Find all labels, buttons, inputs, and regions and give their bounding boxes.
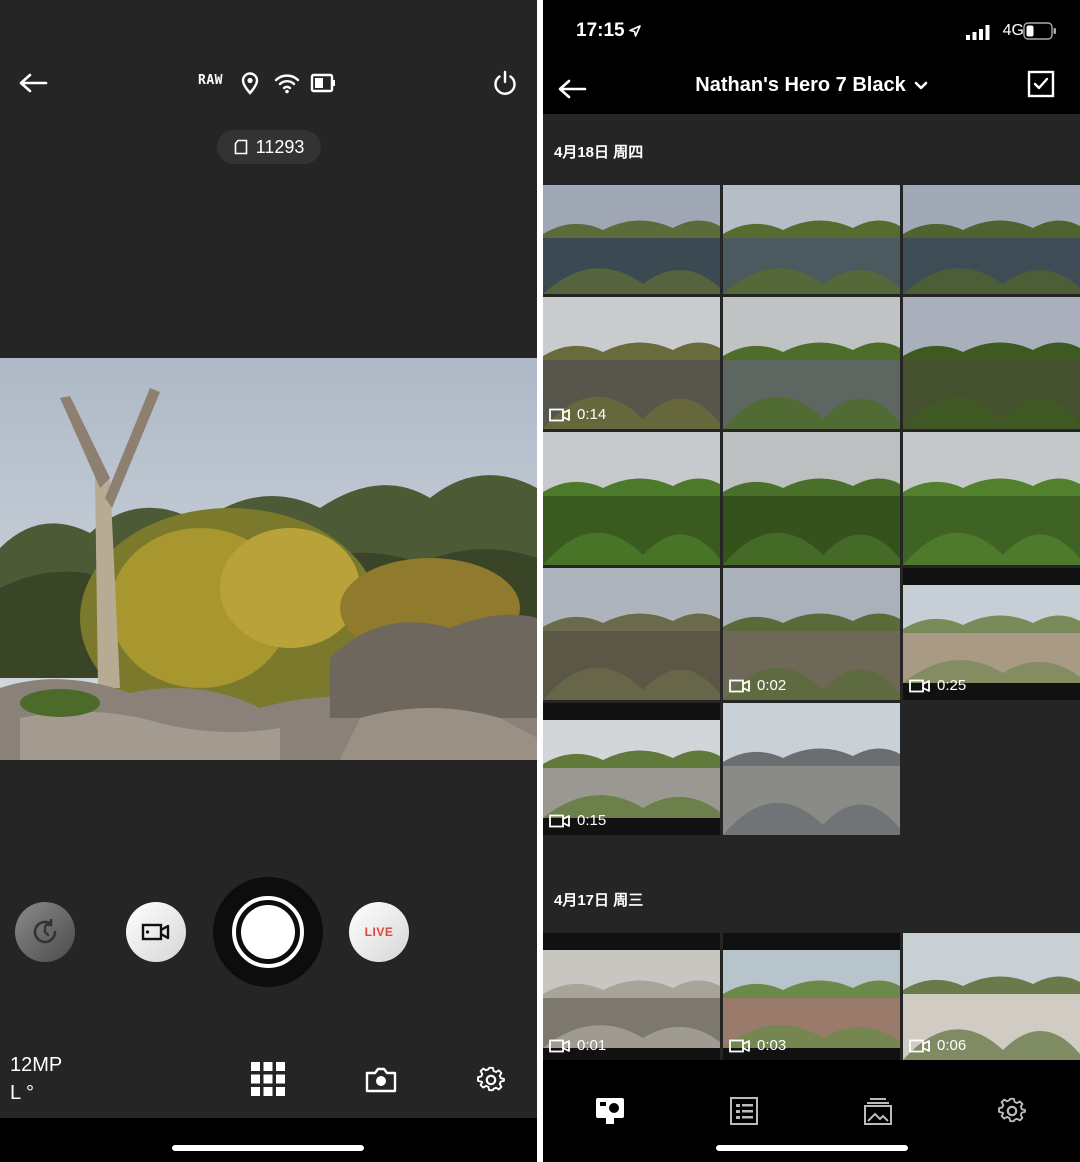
- camera-name: Nathan's Hero 7 Black: [695, 74, 906, 96]
- timelapse-mode-button[interactable]: [15, 902, 75, 962]
- video-thumbnail[interactable]: 0:01: [543, 933, 720, 1060]
- shutter-button[interactable]: [213, 877, 323, 987]
- video-duration-badge: 0:14: [549, 406, 606, 423]
- live-label: LIVE: [364, 925, 394, 939]
- home-indicator[interactable]: [172, 1145, 364, 1151]
- video-icon: [549, 1039, 570, 1052]
- photo-thumbnail[interactable]: [723, 297, 900, 429]
- resolution-setting[interactable]: 12MP: [10, 1054, 62, 1077]
- chevron-down-icon: [914, 81, 927, 89]
- video-icon: [729, 1039, 750, 1052]
- video-thumbnail[interactable]: 0:02: [723, 568, 900, 700]
- shots-remaining-count: 11293: [255, 136, 305, 157]
- video-duration-badge: 0:15: [549, 812, 606, 829]
- shots-remaining-badge: 11293: [217, 130, 321, 164]
- video-icon: [909, 1039, 930, 1052]
- battery-status-icon: [1023, 22, 1056, 40]
- camera-tab-icon[interactable]: [593, 1094, 627, 1128]
- video-duration: 0:14: [577, 406, 607, 423]
- video-duration-badge: 0:25: [909, 677, 966, 694]
- photo-thumbnail[interactable]: [723, 432, 900, 565]
- video-duration-badge: 0:01: [549, 1037, 606, 1054]
- video-duration: 0:06: [937, 1037, 967, 1054]
- camera-name-dropdown[interactable]: Nathan's Hero 7 Black: [543, 74, 1080, 97]
- video-icon: [729, 679, 750, 692]
- status-time: 17:15: [576, 20, 641, 42]
- photo-thumbnail[interactable]: [543, 185, 720, 294]
- video-duration: 0:01: [577, 1037, 607, 1054]
- checkbox-checked-icon[interactable]: [1027, 70, 1055, 98]
- raw-indicator: RAW: [198, 73, 223, 88]
- media-tab-icon[interactable]: [861, 1094, 895, 1128]
- grid-icon[interactable]: [249, 1060, 287, 1098]
- video-duration-badge: 0:06: [909, 1037, 966, 1054]
- status-bar: 17:15 4G: [543, 0, 1080, 64]
- video-thumbnail[interactable]: 0:14: [543, 297, 720, 429]
- lens-setting[interactable]: L °: [10, 1082, 34, 1105]
- wifi-icon: [273, 70, 301, 96]
- video-duration-badge: 0:03: [729, 1037, 786, 1054]
- gear-icon[interactable]: [475, 1064, 507, 1096]
- home-bar-area: [0, 1118, 537, 1162]
- video-duration: 0:25: [937, 677, 967, 694]
- video-duration: 0:15: [577, 812, 607, 829]
- date-header: 4月17日 周三: [554, 892, 644, 909]
- photo-thumbnail[interactable]: [723, 185, 900, 294]
- photo-thumbnail[interactable]: [723, 703, 900, 835]
- battery-icon: [309, 71, 337, 95]
- video-thumbnail[interactable]: 0:15: [543, 703, 720, 835]
- live-preview[interactable]: [0, 358, 537, 760]
- list-tab-icon[interactable]: [727, 1094, 761, 1128]
- power-icon[interactable]: [490, 68, 520, 98]
- photo-thumbnail[interactable]: [903, 432, 1080, 565]
- location-arrow-icon: [628, 25, 641, 37]
- media-gallery-screen: 17:15 4G Nathan's Hero 7 Black 4月18日 周四 …: [543, 0, 1080, 1162]
- photo-thumbnail[interactable]: [903, 297, 1080, 429]
- video-duration: 0:02: [757, 677, 787, 694]
- photo-thumbnail[interactable]: [903, 185, 1080, 294]
- video-icon: [549, 408, 570, 421]
- location-pin-icon: [238, 70, 262, 96]
- timelapse-icon: [33, 918, 57, 944]
- network-type: 4G: [1002, 22, 1024, 39]
- date-header: 4月18日 周四: [554, 144, 644, 161]
- sd-card-icon: [234, 139, 247, 155]
- camera-icon[interactable]: [364, 1064, 398, 1096]
- photo-thumbnail[interactable]: [543, 432, 720, 565]
- video-duration-badge: 0:02: [729, 677, 786, 694]
- video-thumbnail[interactable]: 0:25: [903, 568, 1080, 700]
- gear-icon[interactable]: [995, 1094, 1029, 1128]
- video-thumbnail[interactable]: 0:03: [723, 933, 900, 1060]
- signal-icon: [966, 25, 990, 40]
- live-mode-button[interactable]: LIVE: [349, 902, 409, 962]
- video-camera-icon: [141, 923, 170, 941]
- video-mode-button[interactable]: [126, 902, 186, 962]
- video-icon: [909, 679, 930, 692]
- photo-thumbnail[interactable]: [543, 568, 720, 700]
- arrow-left-icon[interactable]: [16, 68, 50, 98]
- home-indicator[interactable]: [716, 1145, 908, 1151]
- camera-control-screen: RAW 11293 LIVE 12MP L °: [0, 0, 537, 1162]
- video-duration: 0:03: [757, 1037, 787, 1054]
- video-thumbnail[interactable]: 0:06: [903, 933, 1080, 1060]
- video-icon: [549, 814, 570, 827]
